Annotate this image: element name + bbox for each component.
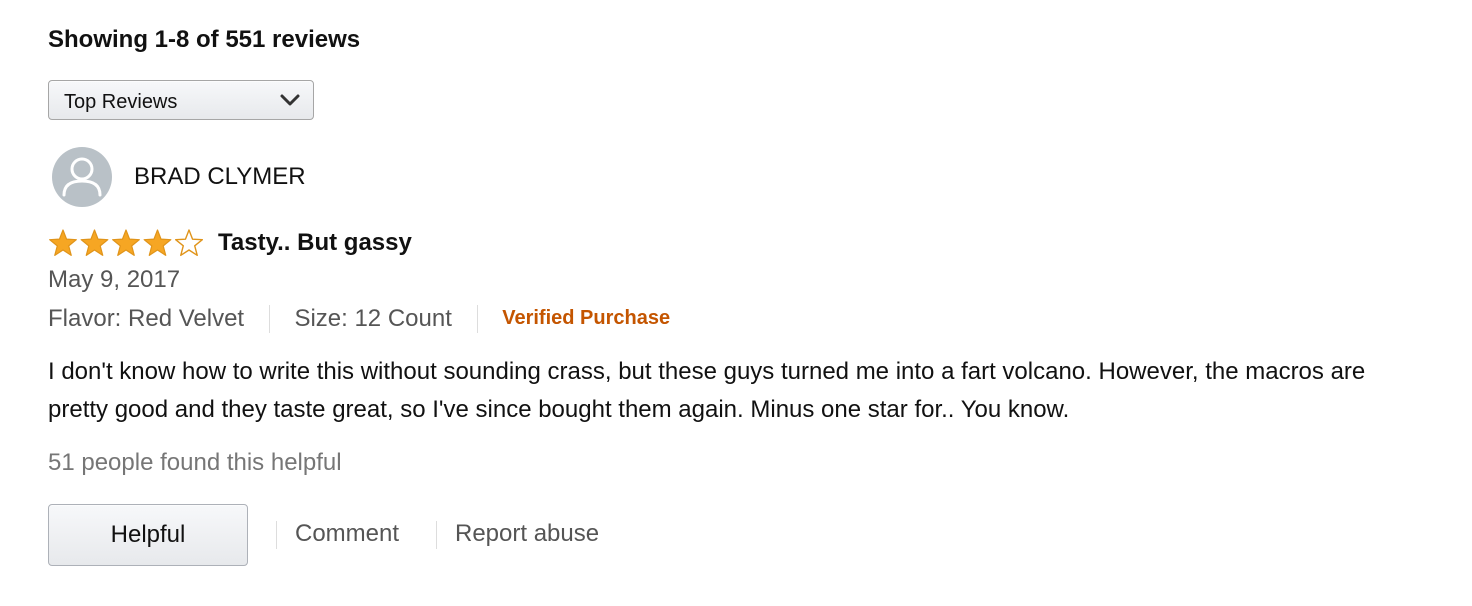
divider xyxy=(276,521,277,549)
sort-dropdown[interactable]: Top Reviews xyxy=(48,80,314,120)
flavor-info[interactable]: Flavor: Red Velvet xyxy=(48,305,244,333)
chevron-down-icon xyxy=(280,94,300,106)
review-body: I don't know how to write this without s… xyxy=(48,358,1366,423)
star-empty-icon xyxy=(174,229,204,257)
divider xyxy=(268,304,270,333)
divider xyxy=(476,304,478,333)
star-filled-icon xyxy=(49,229,77,256)
review-title[interactable]: Tasty.. But gassy xyxy=(218,229,412,257)
sort-selected-label: Top Reviews xyxy=(64,91,178,113)
star-rating[interactable] xyxy=(48,228,206,258)
reviewer-name[interactable]: BRAD CLYMER xyxy=(134,163,306,191)
helpful-button[interactable]: Helpful xyxy=(48,504,248,566)
reviews-count-heading: Showing 1-8 of 551 reviews xyxy=(48,26,361,53)
reviews-section: Showing 1-8 of 551 reviews Top Reviews B… xyxy=(48,0,1472,606)
size-info[interactable]: Size: 12 Count xyxy=(294,305,451,333)
comment-link[interactable]: Comment xyxy=(295,520,399,548)
star-filled-icon xyxy=(143,229,172,256)
star-filled-icon xyxy=(112,229,140,256)
helpful-count: 51 people found this helpful xyxy=(48,449,342,476)
review-date: May 9, 2017 xyxy=(48,266,181,293)
divider xyxy=(436,521,437,549)
verified-purchase-badge[interactable]: Verified Purchase xyxy=(502,307,670,330)
review-meta: Flavor: Red Velvet Size: 12 Count Verifi… xyxy=(48,304,670,334)
report-abuse-link[interactable]: Report abuse xyxy=(455,520,599,548)
user-icon xyxy=(62,157,102,197)
star-filled-icon xyxy=(80,229,109,256)
avatar[interactable] xyxy=(52,147,112,207)
